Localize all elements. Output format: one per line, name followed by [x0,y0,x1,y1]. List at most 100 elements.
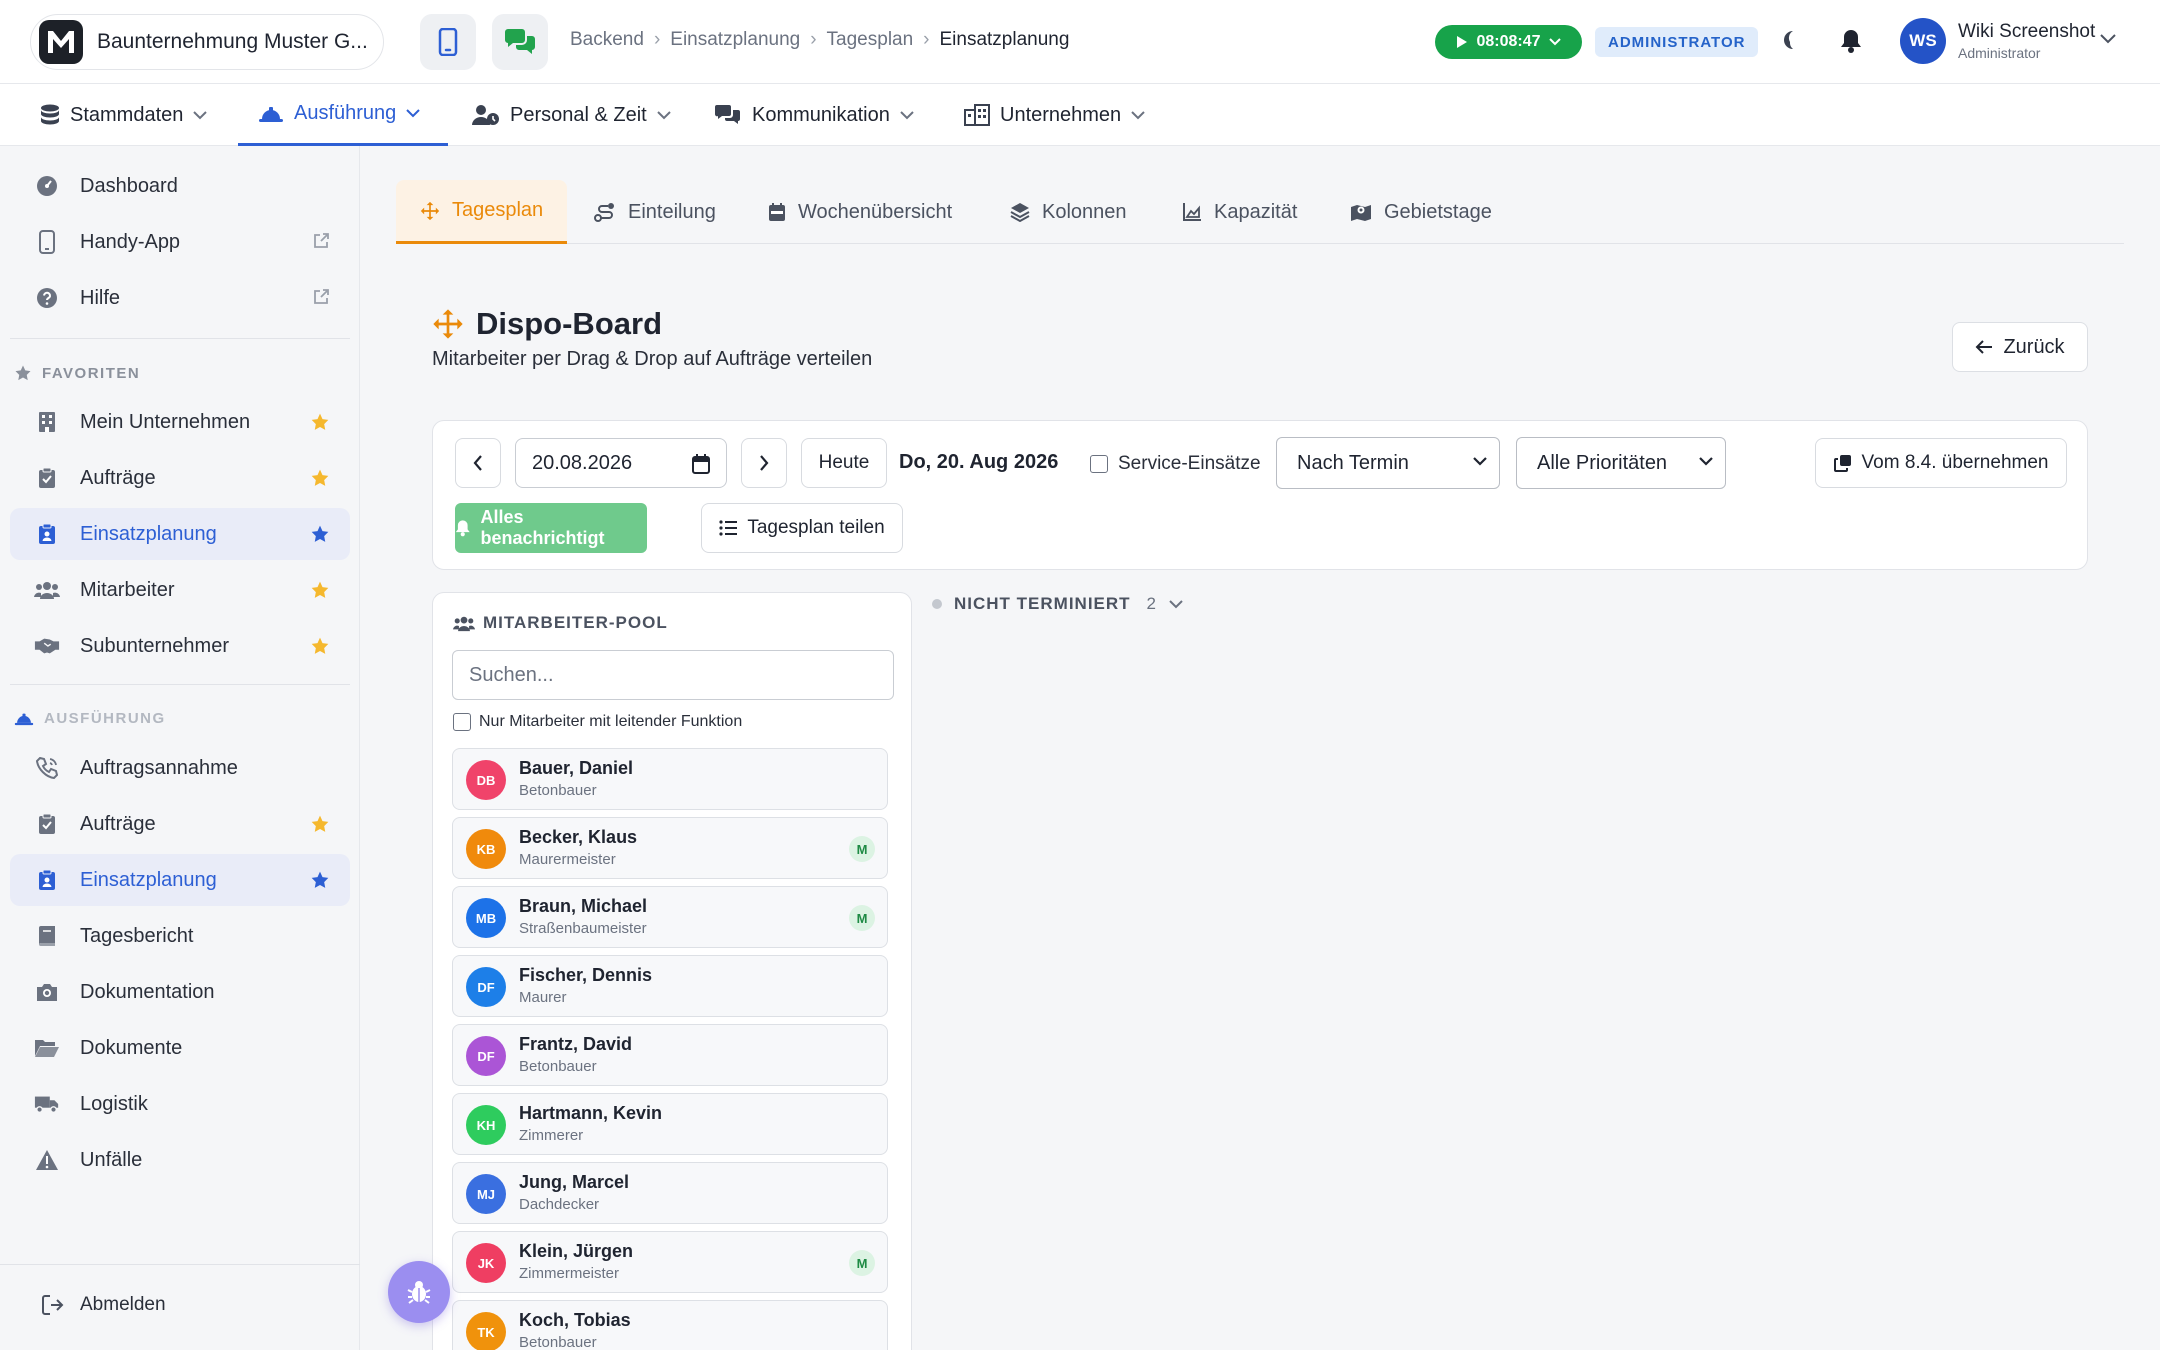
user-avatar[interactable]: WS [1900,18,1946,64]
priority-select[interactable]: Alle Prioritäten [1516,437,1726,489]
employee-job: Dachdecker [519,1196,600,1213]
priority-value: Alle Prioritäten [1537,451,1668,474]
sidebar-item-mein-unternehmen[interactable]: Mein Unternehmen [10,396,350,448]
bell-icon [1841,30,1861,53]
tab-wochenuebersicht[interactable]: Wochenübersicht [744,180,976,244]
employee-card[interactable]: MJ Jung, Marcel Dachdecker [452,1162,888,1224]
breadcrumb-einsatzplanung[interactable]: Einsatzplanung [670,29,800,51]
breadcrumb-separator: › [923,29,930,50]
user-menu-chevron[interactable] [2100,34,2116,44]
bug-report-button[interactable] [388,1261,450,1323]
sidebar-item-label: Mein Unternehmen [80,410,251,433]
employee-card[interactable]: DF Frantz, David Betonbauer [452,1024,888,1086]
clipboard-user-icon [39,869,55,890]
back-button[interactable]: Zurück [1952,322,2088,372]
sort-select[interactable]: Nach Termin [1276,437,1500,489]
breadcrumb-backend[interactable]: Backend [570,29,644,51]
nav-ausfuehrung[interactable]: Ausführung [238,84,448,146]
clipboard-check-icon [39,467,55,488]
service-label: Service-Einsätze [1118,453,1261,474]
sidebar-item-auftraege[interactable]: Aufträge [10,798,350,850]
hard-hat-icon [14,713,34,725]
breadcrumb-tagesplan[interactable]: Tagesplan [827,29,914,51]
nav-unternehmen[interactable]: Unternehmen [964,84,1145,146]
service-checkbox[interactable] [1090,455,1108,473]
star-icon[interactable] [310,524,330,544]
leader-checkbox[interactable] [453,713,471,731]
sidebar-item-label: Mitarbeiter [80,578,175,601]
time-tracker-button[interactable]: 08:08:47 [1435,25,1582,59]
company-switcher[interactable]: Baunternehmung Muster G... [30,14,384,70]
employee-card[interactable]: KH Hartmann, Kevin Zimmerer [452,1093,888,1155]
user-menu[interactable]: Wiki Screenshot Administrator [1958,21,2095,61]
sidebar-item-dokumente[interactable]: Dokumente [10,1022,350,1074]
sidebar-item-auftragsannahme[interactable]: Auftragsannahme [10,742,350,794]
mobile-app-button[interactable] [420,14,476,70]
today-label: Heute [818,452,870,473]
sidebar-item-unfaelle[interactable]: Unfälle [10,1134,350,1186]
tab-kolonnen[interactable]: Kolonnen [986,180,1151,244]
date-input[interactable]: 20.08.2026 [515,438,727,488]
tab-label: Einteilung [628,200,716,223]
sidebar-item-tagesbericht[interactable]: Tagesbericht [10,910,350,962]
calendar-week-icon [769,203,785,221]
database-icon [41,104,59,125]
tab-tagesplan[interactable]: Tagesplan [396,180,568,244]
pool-search-input[interactable] [452,650,894,700]
star-icon[interactable] [310,636,330,656]
tab-gebietstage[interactable]: Gebietstage [1326,180,1516,244]
employee-job: Betonbauer [519,1334,597,1350]
sidebar-item-hilfe[interactable]: Hilfe [10,272,350,324]
share-plan-button[interactable]: Tagesplan teilen [701,503,903,553]
warning-icon [36,1150,58,1170]
tab-einteilung[interactable]: Einteilung [570,180,740,244]
sidebar-item-dokumentation[interactable]: Dokumentation [10,966,350,1018]
sidebar-item-dashboard[interactable]: Dashboard [10,160,350,212]
employee-card[interactable]: DB Bauer, Daniel Betonbauer [452,748,888,810]
sort-value: Nach Termin [1297,451,1409,474]
notify-label: Alles benachrichtigt [480,507,605,548]
next-day-button[interactable] [741,438,787,488]
dark-mode-toggle[interactable] [1778,28,1802,52]
star-icon[interactable] [310,412,330,432]
nav-stammdaten[interactable]: Stammdaten [40,84,208,146]
employee-card[interactable]: KB Becker, Klaus Maurermeister M [452,817,888,879]
mobile-icon [39,230,55,254]
prev-day-button[interactable] [455,438,501,488]
employee-card[interactable]: JK Klein, Jürgen Zimmermeister M [452,1231,888,1293]
sidebar-item-logistik[interactable]: Logistik [10,1078,350,1130]
chat-button[interactable] [492,14,548,70]
sidebar-item-handy-app[interactable]: Handy-App [10,216,350,268]
employee-card[interactable]: DF Fischer, Dennis Maurer [452,955,888,1017]
sidebar-item-subunternehmer[interactable]: Subunternehmer [10,620,350,672]
nav-personal-zeit[interactable]: Personal & Zeit [472,84,671,146]
nav-kommunikation[interactable]: Kommunikation [714,84,914,146]
chevron-down-icon [900,110,914,119]
employee-card[interactable]: TK Koch, Tobias Betonbauer [452,1300,888,1350]
today-button[interactable]: Heute [801,438,887,488]
star-icon[interactable] [310,468,330,488]
folder-open-icon [35,1040,59,1057]
tab-kapazitaet[interactable]: Kapazität [1158,180,1321,244]
copy-plan-button[interactable]: Vom 8.4. übernehmen [1815,438,2067,488]
sidebar-item-einsatzplanung[interactable]: Einsatzplanung [10,854,350,906]
sidebar-item-mitarbeiter[interactable]: Mitarbeiter [10,564,350,616]
logout-button[interactable]: Abmelden [42,1294,166,1316]
employee-card[interactable]: MB Braun, Michael Straßenbaumeister M [452,886,888,948]
calendar-icon[interactable] [692,454,710,474]
list-icon [719,520,738,536]
notify-all-button[interactable]: Alles benachrichtigt [455,503,647,553]
star-icon[interactable] [310,814,330,834]
notifications-button[interactable] [1840,28,1862,54]
chevron-down-icon [1169,599,1183,608]
bell-icon [455,520,470,537]
sidebar-item-auftraege-fav[interactable]: Aufträge [10,452,350,504]
sidebar-item-einsatzplanung-fav[interactable]: Einsatzplanung [10,508,350,560]
chat-icon [714,105,740,124]
service-filter[interactable]: Service-Einsätze [1090,453,1261,475]
leader-filter[interactable]: Nur Mitarbeiter mit leitender Funktion [453,713,742,731]
star-icon[interactable] [310,580,330,600]
star-icon[interactable] [310,870,330,890]
sidebar-item-label: Aufträge [80,466,156,489]
unscheduled-group-toggle[interactable]: NICHT TERMINIERT 2 [932,594,1183,614]
